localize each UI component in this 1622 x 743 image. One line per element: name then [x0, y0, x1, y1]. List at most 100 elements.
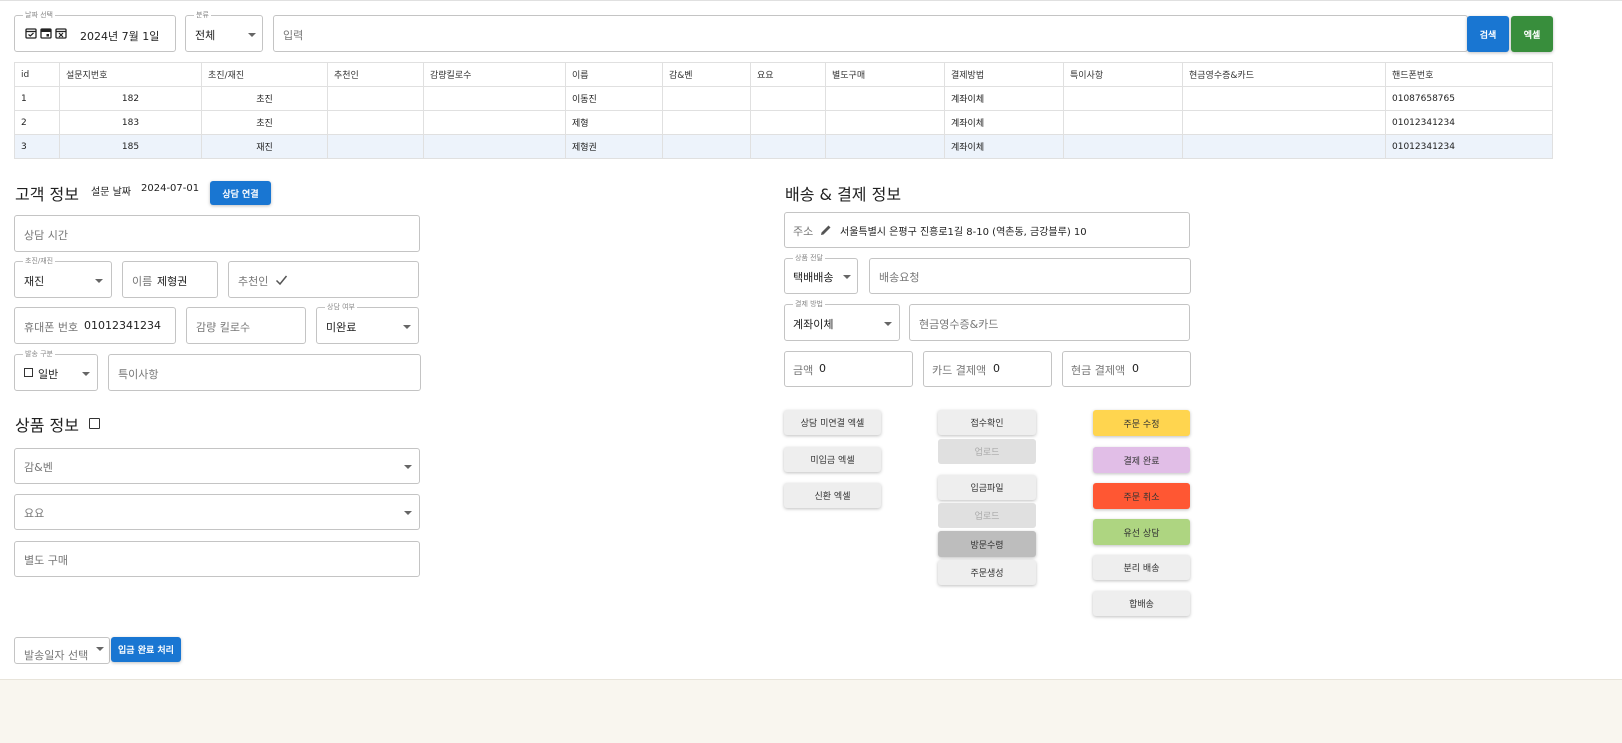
table-header-cell[interactable]: 감량킬로수: [423, 62, 566, 87]
table-cell: 01012341234: [1385, 110, 1553, 135]
name-field[interactable]: 이름 제형권: [122, 261, 218, 298]
chevron-down-icon: [403, 325, 411, 329]
deposit-file-button[interactable]: 입금파일: [938, 475, 1036, 500]
search-button[interactable]: 검색: [1467, 16, 1509, 52]
category-select[interactable]: 분류 전체: [185, 10, 263, 52]
table-header-cell[interactable]: 현금영수증&카드: [1182, 62, 1386, 87]
amount-value: 0: [819, 362, 826, 375]
table-header-cell[interactable]: 감&벤: [662, 62, 751, 87]
table-cell: [662, 86, 751, 111]
unpaid-excel-button[interactable]: 미입금 엑셀: [784, 447, 881, 472]
chevron-down-icon: [404, 511, 412, 515]
table-cell: [750, 86, 826, 111]
table-header-cell[interactable]: 결제방법: [944, 62, 1064, 87]
date-picker-legend: 날짜 선택: [23, 10, 55, 20]
table-row[interactable]: 2 183 초진 제형 계좌이체 01012341234: [14, 110, 1553, 135]
category-legend: 분류: [194, 10, 211, 20]
visit-type-select[interactable]: 초진/재진 재진: [14, 256, 112, 298]
consult-status-select[interactable]: 상담 여부 미완료: [316, 302, 419, 344]
visit-pickup-button[interactable]: 방문수령: [938, 531, 1036, 557]
consult-time-input[interactable]: 상담 시간: [14, 215, 420, 252]
excel-button[interactable]: 엑셀: [1511, 16, 1553, 52]
table-cell: [825, 110, 945, 135]
payment-method-legend: 결제 방법: [793, 299, 825, 309]
search-input[interactable]: 입력: [273, 15, 1468, 52]
combined-delivery-button[interactable]: 합배송: [1093, 591, 1190, 616]
search-placeholder: 입력: [283, 29, 304, 42]
ship-date-select[interactable]: 발송일자 선택: [14, 637, 110, 664]
payment-method-select[interactable]: 결제 방법 계좌이체: [784, 299, 900, 341]
chevron-down-icon: [82, 372, 90, 376]
split-delivery-button[interactable]: 분리 배송: [1093, 555, 1190, 580]
notes-input[interactable]: 특이사항: [108, 354, 421, 391]
referrer-label: 추천인: [238, 275, 269, 288]
table-header-cell[interactable]: 초진/재진: [201, 62, 328, 87]
order-edit-button[interactable]: 주문 수정: [1093, 410, 1190, 436]
table-cell: 이동진: [565, 86, 663, 111]
card-amount-label: 카드 결제액: [932, 364, 987, 377]
phone-consult-button[interactable]: 유선 상담: [1093, 519, 1190, 545]
consult-link-button[interactable]: 상담 연결: [210, 181, 271, 205]
cash-amount-field[interactable]: 현금 결제액 0: [1062, 351, 1191, 387]
unlinked-consult-excel-button[interactable]: 상담 미연결 엑셀: [784, 410, 881, 435]
receipt-input[interactable]: 현금영수증&카드: [909, 304, 1190, 341]
yoyo-select[interactable]: 요요: [14, 494, 420, 530]
table-header-cell[interactable]: 특이사항: [1063, 62, 1183, 87]
calendar-check-icon[interactable]: [25, 27, 37, 39]
table-cell: [662, 134, 751, 159]
delivery-method-select[interactable]: 상품 전달 택배배송: [784, 253, 858, 294]
shipping-type-value: 일반: [38, 368, 59, 381]
table-header-cell[interactable]: 요요: [750, 62, 826, 87]
table-header-cell[interactable]: 이름: [565, 62, 663, 87]
order-cancel-button[interactable]: 주문 취소: [1093, 483, 1190, 509]
card-amount-field[interactable]: 카드 결제액 0: [923, 351, 1052, 387]
create-order-button[interactable]: 주문생성: [938, 560, 1036, 585]
upload-button-2[interactable]: 업로드: [938, 503, 1036, 528]
notes-placeholder: 특이사항: [118, 368, 159, 381]
table-header-cell[interactable]: 설문지번호: [59, 62, 202, 87]
table-header-cell[interactable]: 핸드폰번호: [1385, 62, 1553, 87]
extra-purchase-input[interactable]: 별도 구매: [14, 541, 420, 577]
page-footer: [0, 679, 1622, 743]
payment-done-button[interactable]: 결제 완료: [1093, 447, 1190, 473]
table-header-cell[interactable]: 별도구매: [825, 62, 945, 87]
weight-loss-input[interactable]: 감량 킬로수: [186, 307, 306, 344]
visit-type-legend: 초진/재진: [23, 256, 56, 266]
delivery-method-value: 택배배송: [793, 271, 834, 284]
phone-label: 휴대폰 번호: [24, 321, 79, 334]
date-picker-field[interactable]: 날짜 선택 2024년 7월 1일: [14, 10, 176, 52]
table-cell: [1182, 86, 1386, 111]
chevron-down-icon: [843, 275, 851, 279]
table-header-row: id 설문지번호 초진/재진 추천인 감량킬로수 이름 감&벤 요요 별도구매 …: [14, 62, 1553, 87]
delivery-request-placeholder: 배송요청: [879, 271, 920, 284]
extra-purchase-placeholder: 별도 구매: [24, 554, 68, 567]
upload-button-1[interactable]: 업로드: [938, 439, 1036, 464]
shipping-type-select[interactable]: 발송 구분 일반: [14, 349, 98, 391]
table-cell: 재진: [201, 134, 328, 159]
new-patient-excel-button[interactable]: 신환 엑셀: [784, 483, 881, 508]
consult-time-placeholder: 상담 시간: [24, 229, 68, 242]
table-header-cell[interactable]: id: [14, 62, 60, 87]
chevron-down-icon: [248, 33, 256, 37]
address-field[interactable]: 주소 서울특별시 은평구 진흥로1길 8-10 (역촌동, 금강블루) 10: [784, 212, 1190, 248]
table-header-cell[interactable]: 추천인: [327, 62, 424, 87]
table-row[interactable]: 1 182 초진 이동진 계좌이체 01087658765: [14, 86, 1553, 111]
calendar-clear-icon[interactable]: [55, 27, 67, 39]
amount-field[interactable]: 금액 0: [784, 351, 913, 387]
referrer-field[interactable]: 추천인: [228, 261, 419, 298]
gamben-select[interactable]: 감&벤: [14, 448, 420, 484]
receipt-confirm-button[interactable]: 접수확인: [938, 410, 1036, 435]
delivery-method-legend: 상품 전달: [793, 253, 825, 263]
table-cell: [1182, 110, 1386, 135]
table-cell: 2: [14, 110, 60, 135]
table-row-selected[interactable]: 3 185 재진 제형권 계좌이체 01012341234: [14, 134, 1553, 159]
calendar-today-icon[interactable]: [40, 27, 52, 39]
shipping-type-legend: 발송 구분: [23, 349, 55, 359]
deposit-done-button[interactable]: 입금 완료 처리: [111, 637, 181, 662]
phone-field[interactable]: 휴대폰 번호 01012341234: [14, 307, 176, 344]
product-checkbox[interactable]: [89, 418, 100, 429]
delivery-request-input[interactable]: 배송요청: [869, 258, 1191, 294]
pencil-icon[interactable]: [820, 224, 832, 236]
name-value: 제형권: [157, 275, 188, 288]
table-cell: [327, 110, 424, 135]
